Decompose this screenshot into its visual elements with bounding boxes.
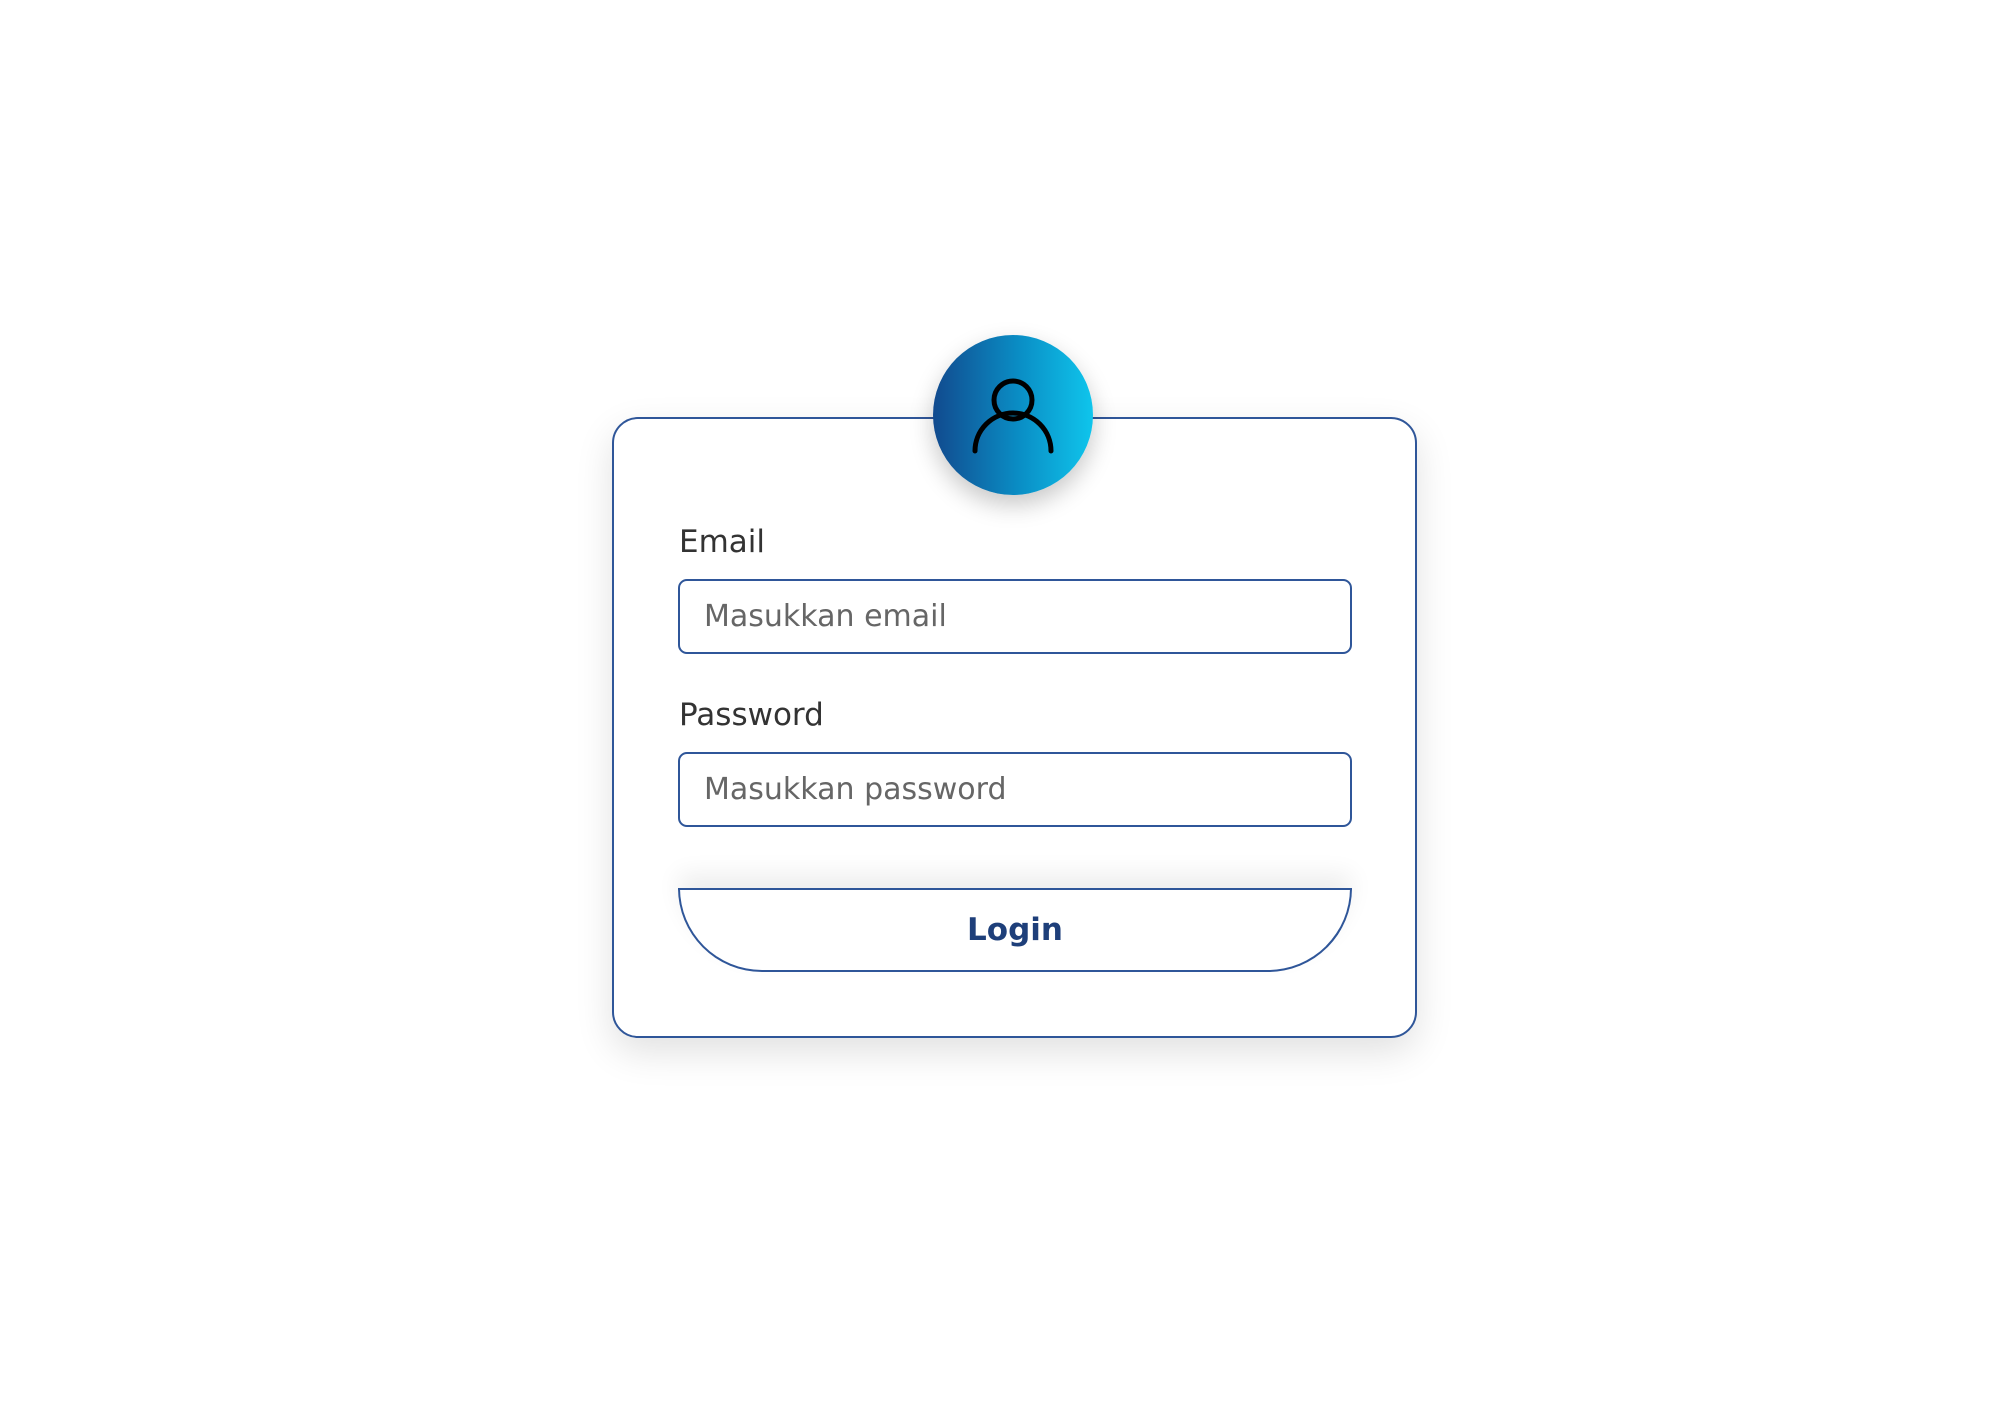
login-page: Email Password Login bbox=[0, 0, 2000, 1414]
avatar bbox=[933, 335, 1093, 495]
password-label: Password bbox=[679, 697, 824, 733]
login-card: Email Password Login bbox=[612, 417, 1417, 1038]
password-field[interactable] bbox=[678, 752, 1352, 827]
user-icon bbox=[972, 378, 1054, 454]
email-label: Email bbox=[679, 524, 766, 560]
login-button[interactable]: Login bbox=[678, 888, 1352, 972]
email-field[interactable] bbox=[678, 579, 1352, 654]
